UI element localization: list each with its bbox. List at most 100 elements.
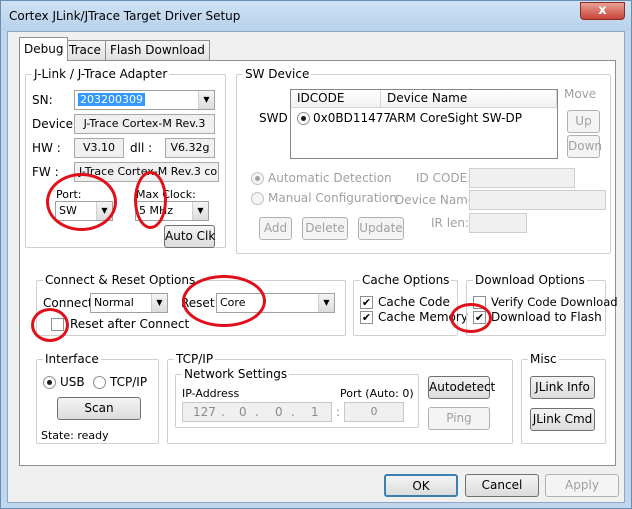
download-to-flash-checkbox[interactable]: ✔ <box>473 311 486 324</box>
ip-octet-3: 0 <box>275 405 283 419</box>
interface-group: Interface USB TCP/IP Scan State: ready <box>36 352 159 444</box>
close-button[interactable]: x <box>580 2 625 20</box>
chevron-down-icon[interactable]: ▼ <box>198 91 214 109</box>
cache-code-label: Cache Code <box>378 295 450 309</box>
download-to-flash-label: Download to Flash <box>491 310 602 324</box>
max-clock-label: Max Clock: <box>136 188 196 201</box>
debug-page: J-Link / J-Trace Adapter SN: 203200309 ▼… <box>19 60 618 466</box>
misc-group: Misc JLink Info JLink Cmd <box>521 352 606 444</box>
chevron-down-icon[interactable]: ▼ <box>318 294 334 312</box>
ok-button[interactable]: OK <box>384 474 458 497</box>
ip-dot-3: . <box>291 405 295 419</box>
jlink-info-button[interactable]: JLink Info <box>530 376 595 399</box>
manual-configuration-label: Manual Configuration <box>268 191 397 205</box>
max-clock-combo[interactable]: 5 MHz ▼ <box>135 201 209 221</box>
cache-memory-checkbox[interactable]: ✔ <box>360 311 373 324</box>
ip-address-label: IP-Address <box>182 387 240 400</box>
apply-button[interactable]: Apply <box>545 474 619 497</box>
ip-address-input[interactable]: 127 . 0 . 0 . 1 <box>182 402 332 422</box>
reset-after-connect-label: Reset after Connect <box>70 317 190 331</box>
chevron-down-icon[interactable]: ▼ <box>151 294 167 312</box>
port-label: Port: <box>56 188 82 201</box>
ir-len-input[interactable] <box>469 213 527 233</box>
connect-reset-group: Connect & Reset Options Connect: Normal … <box>36 273 346 336</box>
dialog-client: Debug Trace Flash Download J-Link / J-Tr… <box>7 31 625 503</box>
reset-combo[interactable]: Core ▼ <box>216 293 335 313</box>
cache-memory-label: Cache Memory <box>378 310 468 324</box>
ip-octet-4: 1 <box>311 405 319 419</box>
column-device-name[interactable]: Device Name <box>381 90 557 108</box>
tab-flash-download[interactable]: Flash Download <box>105 40 210 60</box>
chevron-down-icon[interactable]: ▼ <box>192 202 208 220</box>
sw-device-group-label: SW Device <box>243 67 312 81</box>
auto-clk-button[interactable]: Auto Clk <box>164 225 215 248</box>
adapter-group-label: J-Link / J-Trace Adapter <box>32 67 170 81</box>
ip-octet-1: 127 <box>193 405 216 419</box>
device-list[interactable]: IDCODE Device Name 0x0BD11477 ARM CoreSi… <box>290 89 558 159</box>
tcpip-radio-label: TCP/IP <box>110 375 148 389</box>
device-label: Device: <box>32 117 78 131</box>
ir-len-label: IR len: <box>431 216 470 230</box>
ip-octet-2: 0 <box>239 405 247 419</box>
interface-group-label: Interface <box>43 352 101 366</box>
ip-dot-2: . <box>255 405 259 419</box>
hw-label: HW : <box>32 141 61 155</box>
port-auto-label: Port (Auto: 0) <box>340 387 414 400</box>
misc-group-label: Misc <box>528 352 559 366</box>
tab-trace[interactable]: Trace <box>64 40 106 60</box>
device-name-label: Device Name: <box>395 193 480 207</box>
cache-code-checkbox[interactable]: ✔ <box>360 296 373 309</box>
tab-debug[interactable]: Debug <box>19 37 69 61</box>
state-text: State: ready <box>41 429 109 442</box>
network-settings-group-label: Network Settings <box>182 367 290 381</box>
port-value: SW <box>59 204 77 217</box>
move-up-button[interactable]: Up <box>567 110 600 133</box>
window-title: Cortex JLink/JTrace Target Driver Setup <box>9 9 241 23</box>
connect-combo[interactable]: Normal ▼ <box>90 293 168 313</box>
dialog-window: Cortex JLink/JTrace Target Driver Setup … <box>0 0 632 509</box>
download-options-group-label: Download Options <box>473 273 587 287</box>
device-row-radio[interactable] <box>297 112 310 125</box>
port-input[interactable]: 0 <box>344 402 404 422</box>
device-name-input[interactable] <box>469 190 606 210</box>
row-device-name[interactable]: ARM CoreSight SW-DP <box>389 111 522 125</box>
scan-button[interactable]: Scan <box>57 397 141 420</box>
usb-radio[interactable] <box>43 376 56 389</box>
verify-code-download-label: Verify Code Download <box>491 295 618 309</box>
usb-label: USB <box>60 375 85 389</box>
row-idcode[interactable]: 0x0BD11477 <box>313 111 391 125</box>
ip-dot-1: . <box>221 405 225 419</box>
port-combo[interactable]: SW ▼ <box>55 201 113 221</box>
autodetect-button[interactable]: Autodetect <box>428 376 495 399</box>
ping-button[interactable]: Ping <box>428 407 490 430</box>
update-button[interactable]: Update <box>358 217 404 240</box>
move-down-button[interactable]: Down <box>567 135 602 158</box>
reset-value: Core <box>220 296 246 309</box>
verify-code-download-checkbox[interactable] <box>473 296 486 309</box>
chevron-down-icon[interactable]: ▼ <box>96 202 112 220</box>
manual-configuration-radio[interactable] <box>251 192 264 205</box>
column-idcode[interactable]: IDCODE <box>291 90 381 108</box>
title-bar[interactable]: Cortex JLink/JTrace Target Driver Setup … <box>1 1 631 31</box>
sn-combo[interactable]: 203200309 ▼ <box>74 90 215 110</box>
add-button[interactable]: Add <box>259 217 292 240</box>
hw-field: V3.10 <box>74 138 124 158</box>
sw-device-group: SW Device SWD IDCODE Device Name 0x0BD11… <box>236 67 611 254</box>
tcpip-group-label: TCP/IP <box>174 352 216 366</box>
fw-field: J-Trace Cortex-M Rev.3 comp <box>74 162 219 182</box>
reset-after-connect-checkbox[interactable] <box>51 318 64 331</box>
cancel-button[interactable]: Cancel <box>465 474 539 497</box>
connect-value: Normal <box>94 296 134 309</box>
connect-reset-group-label: Connect & Reset Options <box>43 273 198 287</box>
id-code-input[interactable] <box>469 168 575 188</box>
fw-label: FW : <box>32 165 59 179</box>
adapter-group: J-Link / J-Trace Adapter SN: 203200309 ▼… <box>25 67 226 248</box>
delete-button[interactable]: Delete <box>302 217 348 240</box>
device-field: J-Trace Cortex-M Rev.3 <box>74 114 215 134</box>
tcpip-radio[interactable] <box>93 376 106 389</box>
move-label: Move <box>564 87 597 101</box>
sn-label: SN: <box>32 93 53 107</box>
jlink-cmd-button[interactable]: JLink Cmd <box>530 408 595 431</box>
sn-value: 203200309 <box>78 93 145 106</box>
automatic-detection-radio[interactable] <box>251 172 264 185</box>
